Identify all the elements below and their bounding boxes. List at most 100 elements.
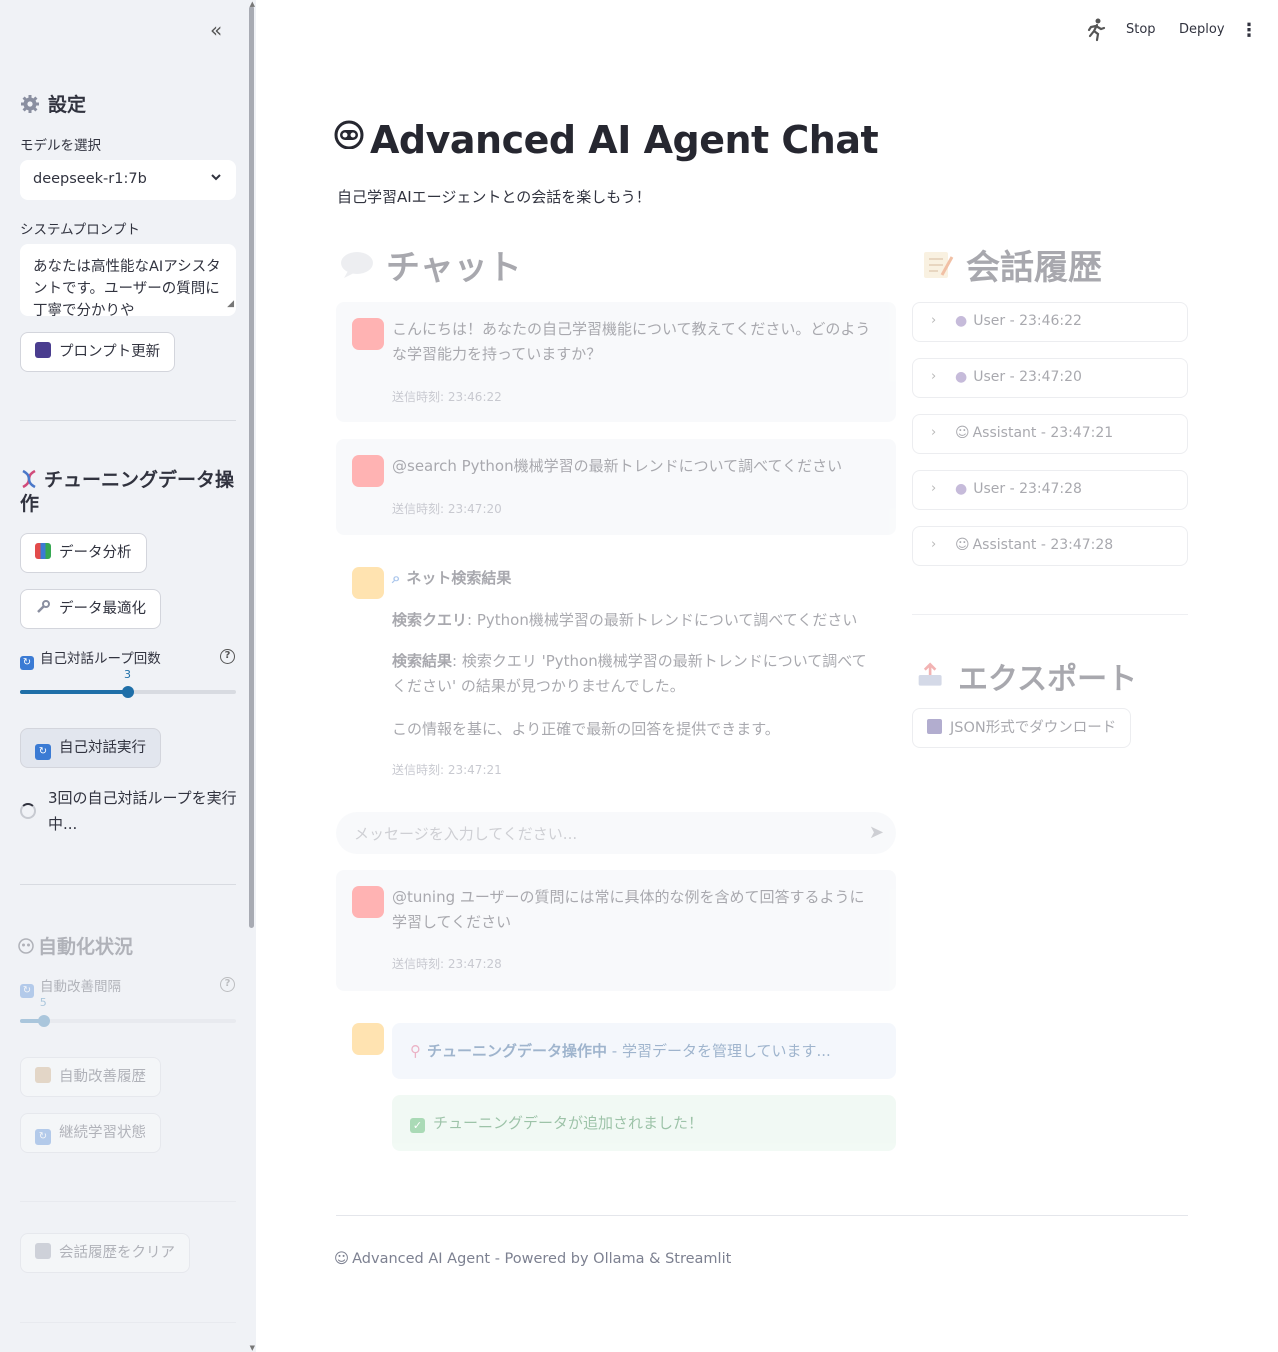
continuous-learning-button[interactable]: ↻ 継続学習状態 [20,1113,161,1153]
continuous-learning-label: 継続学習状態 [59,1125,146,1141]
memo-icon [924,252,954,278]
automation-header: 自動化状況 [18,932,133,959]
magnifier-icon: ⌕ [392,569,401,587]
message-timestamp: 送信時刻: 23:46:22 [392,390,502,404]
user-icon: ● [955,313,968,329]
scroll-down-icon[interactable]: ▼ [250,1344,255,1352]
message-timestamp: 送信時刻: 23:47:20 [392,502,502,516]
settings-title: 設定 [48,94,87,116]
message-text: @search Python機械学習の最新トレンドについて調べてください [392,457,843,475]
system-prompt-textarea[interactable]: あなたは高性能なAIアシスタントです。ユーザーの質問に丁寧で分かりや ◢ [20,244,236,316]
user-avatar-icon [352,318,384,350]
history-item-label: ● User - 23:47:28 [955,481,1082,497]
footer-divider [336,1215,1188,1216]
data-analysis-button[interactable]: データ分析 [20,533,147,573]
export-header: エクスポート [916,654,1137,698]
chat-input-placeholder: メッセージを入力してください... [354,825,578,843]
auto-history-button[interactable]: 自動改善履歴 [20,1057,161,1097]
slider-handle[interactable] [122,686,134,698]
loop-count-slider[interactable] [20,686,236,698]
robot-icon [18,938,34,954]
auto-interval-slider[interactable] [20,1015,236,1027]
clear-history-button[interactable]: 会話履歴をクリア [20,1233,190,1273]
auto-interval-label: ↻ 自動改善間隔 [20,975,121,998]
collapse-sidebar-icon[interactable]: « [210,18,222,42]
robot-face-icon [334,120,364,149]
sidebar-scrollbar[interactable]: ▲ ▼ [248,0,256,1352]
auto-interval-value: 5 [39,996,47,1009]
history-item-text: User - 23:47:20 [973,369,1082,385]
resize-grip-icon[interactable]: ◢ [227,293,234,315]
wrench-icon [35,592,51,613]
scrollbar-thumb[interactable] [249,6,254,928]
stop-button[interactable]: Stop [1126,22,1156,37]
history-item-text: Assistant - 23:47:21 [972,425,1114,441]
search-result-label: 検索結果 [392,652,453,670]
deploy-button[interactable]: Deploy [1179,22,1225,37]
scroll-up-icon[interactable]: ▲ [250,0,255,8]
check-icon: ✓ [410,1118,425,1133]
chat-message-assistant: ⌕ ネット検索結果 検索クエリ: Python機械学習の最新トレンドについて調べて… [336,551,896,791]
page-title-text: Advanced AI Agent Chat [370,118,879,162]
user-icon: ● [955,369,968,385]
export-title: エクスポート [958,662,1138,697]
chat-message-user: @tuning ユーザーの質問には常に具体的な例を含めて回答するように学習してく… [336,870,896,991]
data-optimize-button[interactable]: データ最適化 [20,589,161,629]
repeat-icon: ↻ [35,744,51,760]
update-prompt-label: プロンプト更新 [59,344,161,360]
history-item[interactable]: › ● User - 23:46:22 [912,302,1188,342]
page-title: Advanced AI Agent Chat [334,118,879,162]
help-icon[interactable]: ? [220,977,235,992]
chevron-right-icon: › [931,369,937,384]
speech-bubble-icon [341,252,373,278]
trash-icon [35,1243,51,1259]
robot-icon: ☺ [955,425,970,441]
update-prompt-button[interactable]: プロンプト更新 [20,332,176,372]
history-item-label: ☺ Assistant - 23:47:21 [955,425,1113,441]
slider-handle[interactable] [37,1015,50,1027]
system-prompt-label: システムプロンプト [20,222,140,238]
settings-header: 設定 [20,90,86,117]
chat-header: チャット [340,240,522,289]
sidebar-divider [20,1322,236,1323]
auto-history-label: 自動改善履歴 [59,1069,146,1085]
success-alert-text: チューニングデータが追加されました！ [433,1114,704,1132]
floppy-disk-icon [927,719,942,734]
chat-input[interactable]: メッセージを入力してください... ➤ [336,812,896,854]
dna-icon [22,469,36,489]
history-item-label: ● User - 23:47:20 [955,369,1082,385]
robot-icon: ☺ [955,537,970,553]
sidebar-divider [20,1201,236,1202]
user-avatar-icon [352,886,384,918]
loading-spinner-icon [20,803,36,819]
search-heading-text: ネット検索結果 [406,569,512,587]
user-icon: ● [955,481,968,497]
data-optimize-label: データ最適化 [59,601,146,617]
export-json-button[interactable]: JSON形式でダウンロード [912,708,1132,748]
self-dialog-label: 自己対話実行 [59,740,146,756]
kebab-menu-icon[interactable]: ⋮ [1240,20,1258,41]
slider-fill [20,690,128,694]
history-item-text: User - 23:46:22 [973,313,1082,329]
help-icon[interactable]: ? [220,649,235,664]
model-select[interactable]: deepseek-r1:7b [20,160,236,200]
automation-title: 自動化状況 [38,936,134,958]
loop-count-label: ↻ 自己対話ループ回数 [20,647,161,670]
history-item-label: ● User - 23:46:22 [955,313,1082,329]
history-divider [912,614,1188,615]
history-item[interactable]: › ☺ Assistant - 23:47:28 [912,526,1188,566]
history-item[interactable]: › ● User - 23:47:20 [912,358,1188,398]
repeat-icon: ↻ [20,984,34,998]
history-item[interactable]: › ● User - 23:47:28 [912,470,1188,510]
chevron-right-icon: › [931,537,937,552]
info-alert-text: - 学習データを管理しています... [607,1042,831,1060]
chevron-down-icon [210,171,222,186]
sidebar-divider [20,884,236,885]
history-item[interactable]: › ☺ Assistant - 23:47:21 [912,414,1188,454]
self-dialog-button[interactable]: ↻ 自己対話実行 [20,728,161,768]
dna-icon: ⚲ [410,1042,421,1060]
send-icon[interactable]: ➤ [869,822,884,843]
info-alert: ⚲ チューニングデータ操作中 - 学習データを管理しています... [392,1023,896,1079]
search-query-value: : Python機械学習の最新トレンドについて調べてください [467,611,858,629]
chat-message-user: こんにちは！あなたの自己学習機能について教えてください。どのような学習能力を持っ… [336,302,896,422]
